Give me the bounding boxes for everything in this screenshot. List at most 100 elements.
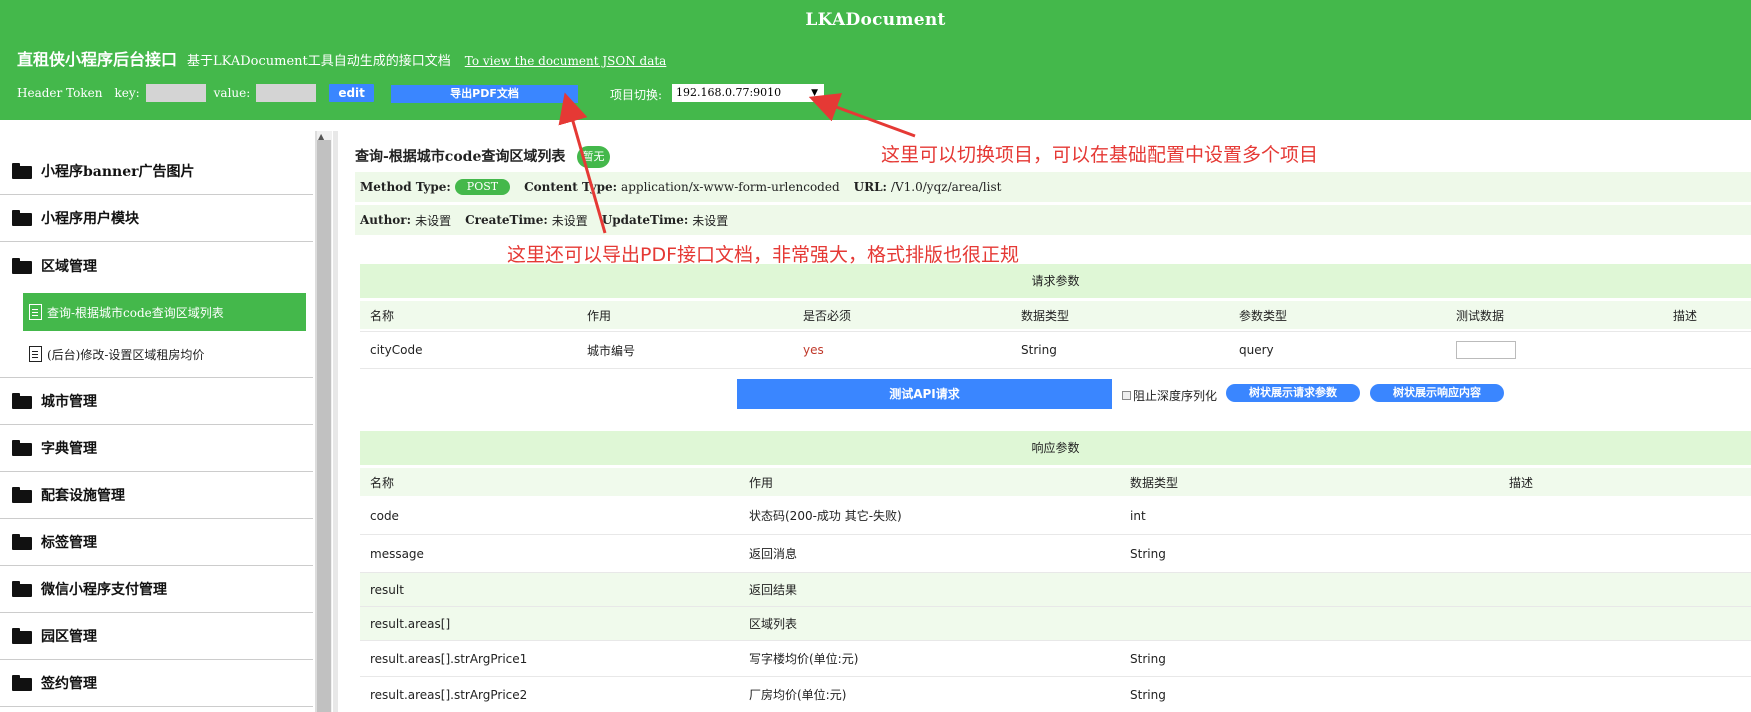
project-switch-select[interactable]: 192.168.0.77:9010 ▼ [672, 84, 824, 102]
param-kind: query [1239, 343, 1274, 357]
project-description: 基于LKADocument工具自动生成的接口文档 [187, 54, 451, 69]
sidebar-item-city[interactable]: 城市管理 [0, 378, 313, 425]
project-switch-value: 192.168.0.77:9010 [676, 86, 782, 99]
app-title: LKADocument [805, 10, 946, 30]
field-purpose: 厂房均价(单位:元) [749, 688, 847, 702]
folder-icon [12, 393, 32, 409]
field-type-cell: String [1130, 641, 1269, 676]
sidebar-item-label: 标签管理 [41, 535, 97, 551]
status-badge: 暂无 [577, 146, 610, 168]
field-type: int [1130, 508, 1146, 523]
column-header: 作用 [749, 475, 774, 490]
table-row: code 状态码(200-成功 其它-失败) int [360, 497, 1751, 535]
column-header: 测试数据 [1456, 308, 1505, 323]
token-value-input[interactable] [256, 84, 317, 102]
field-type: String [1130, 651, 1166, 666]
dropdown-caret-icon: ▼ [811, 88, 818, 98]
response-params-title: 响应参数 [360, 431, 1751, 465]
sidebar-subitem-area-price[interactable]: (后台)修改-设置区域租房均价 [23, 335, 306, 373]
folder-icon [12, 210, 32, 226]
column-header: 作用 [587, 308, 612, 323]
field-name: result.areas[] [370, 616, 451, 631]
table-row: result.areas[].strArgPrice2 厂房均价(单位:元) S… [360, 677, 1751, 712]
document-icon [29, 346, 42, 362]
table-row: message 返回消息 String [360, 535, 1751, 573]
author-value: 未设置 [415, 213, 452, 228]
folder-icon [12, 675, 32, 691]
sidebar-item-area[interactable]: 区域管理 [0, 242, 313, 289]
author-label: Author: [360, 213, 412, 227]
field-name: result.areas[].strArgPrice2 [370, 687, 528, 702]
value-label: value: [213, 86, 251, 100]
folder-icon [12, 534, 32, 550]
project-name: 直租侠小程序后台接口 [17, 50, 178, 69]
field-purpose: 写字楼均价(单位:元) [749, 652, 859, 666]
key-label: key: [114, 86, 140, 100]
field-type-cell: String [1130, 677, 1269, 712]
sidebar-item-wechat-pay[interactable]: 微信小程序支付管理 [0, 566, 313, 613]
field-name: result.areas[].strArgPrice1 [370, 651, 528, 666]
column-header: 名称 [370, 308, 395, 323]
sidebar-subitem-label: 查询-根据城市code查询区域列表 [47, 305, 224, 320]
tree-request-button[interactable]: 树状展示请求参数 [1226, 384, 1360, 402]
type-box [1173, 544, 1269, 563]
sidebar-item-park[interactable]: 园区管理 [0, 613, 313, 660]
folder-icon [12, 581, 32, 597]
deep-serialize-option[interactable]: 阻止深度序列化 [1122, 387, 1217, 404]
test-data-input[interactable] [1456, 341, 1516, 359]
field-type-cell: int [1130, 497, 1249, 534]
sidebar-item-label: 园区管理 [41, 629, 97, 645]
field-purpose: 返回结果 [749, 583, 798, 597]
panel-divider [333, 131, 338, 712]
token-row: Header Token key: value: edit [17, 84, 374, 102]
field-purpose: 区域列表 [749, 617, 798, 631]
header-bar: LKADocument 直租侠小程序后台接口 基于LKADocument工具自动… [0, 0, 1751, 120]
param-purpose: 城市编号 [587, 343, 636, 358]
request-table-header: 名称 作用 是否必须 数据类型 参数类型 测试数据 描述 [360, 301, 1751, 329]
sidebar-item-dictionary[interactable]: 字典管理 [0, 425, 313, 472]
method-type-label: Method Type: [360, 180, 451, 194]
sidebar-item-tags[interactable]: 标签管理 [0, 519, 313, 566]
deep-serialize-checkbox[interactable] [1122, 391, 1131, 400]
update-time-label: UpdateTime: [601, 213, 689, 227]
json-data-link[interactable]: To view the document JSON data [465, 54, 667, 68]
export-pdf-button[interactable]: 导出PDF文档 [391, 85, 578, 103]
annotation-switch-note: 这里可以切换项目，可以在基础配置中设置多个项目 [881, 144, 1319, 166]
sidebar-item-label: 字典管理 [41, 441, 97, 457]
field-name: result [370, 582, 404, 597]
folder-icon [12, 487, 32, 503]
edit-token-button[interactable]: edit [329, 84, 374, 102]
table-row: result.areas[].strArgPrice1 写字楼均价(单位:元) … [360, 641, 1751, 677]
field-type: String [1130, 687, 1166, 702]
sidebar-subitem-area-list[interactable]: 查询-根据城市code查询区域列表 [23, 293, 306, 331]
field-name: code [370, 508, 399, 523]
sidebar-item-label: 配套设施管理 [41, 488, 125, 504]
folder-icon [12, 257, 32, 274]
folder-icon [12, 628, 32, 644]
project-switch-label: 项目切换: [610, 88, 663, 102]
sidebar-item-user[interactable]: 小程序用户模块 [0, 195, 313, 242]
project-row: 直租侠小程序后台接口 基于LKADocument工具自动生成的接口文档 To v… [17, 46, 666, 70]
token-key-input[interactable] [145, 84, 206, 102]
sidebar-item-facilities[interactable]: 配套设施管理 [0, 472, 313, 519]
content-type-value: application/x-www-form-urlencoded [621, 180, 840, 194]
scroll-up-arrow-icon[interactable]: ▲ [318, 132, 324, 141]
sidebar-item-banner[interactable]: 小程序banner广告图片 [0, 148, 313, 195]
sidebar-item-contract[interactable]: 签约管理 [0, 660, 313, 707]
field-type: String [1130, 546, 1166, 561]
update-time-value: 未设置 [692, 213, 729, 228]
tree-response-button[interactable]: 树状展示响应内容 [1370, 384, 1504, 402]
method-badge: POST [454, 179, 511, 195]
param-required: yes [803, 343, 824, 357]
field-purpose: 状态码(200-成功 其它-失败) [749, 509, 902, 523]
folder-icon [12, 440, 32, 456]
response-table-header: 名称 作用 数据类型 描述 [360, 468, 1751, 496]
api-meta-row: Method Type: POST Content Type: applicat… [355, 172, 1751, 202]
column-header: 数据类型 [1021, 308, 1070, 323]
sidebar-scrollbar-thumb[interactable] [317, 140, 331, 712]
create-time-value: 未设置 [551, 213, 588, 228]
sidebar-item-label: 城市管理 [41, 394, 97, 410]
url-label: URL: [853, 180, 887, 194]
test-api-button[interactable]: 测试API请求 [737, 379, 1112, 409]
document-icon [29, 304, 42, 320]
